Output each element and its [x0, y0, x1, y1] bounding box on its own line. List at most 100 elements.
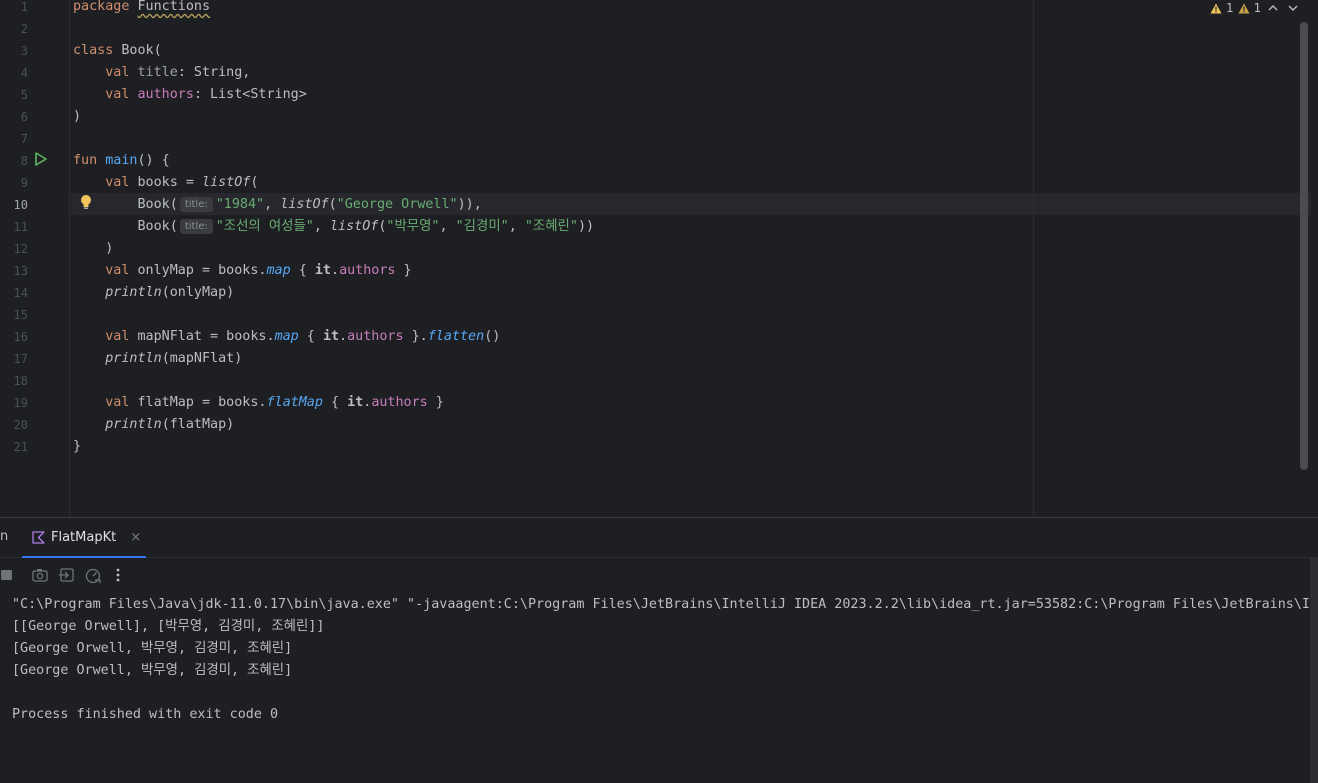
kotlin-file-icon — [32, 530, 45, 544]
line-number: 17 — [13, 352, 28, 366]
run-icon[interactable] — [34, 152, 48, 166]
line-number-current: 10 — [13, 198, 28, 212]
line-number: 18 — [13, 374, 28, 388]
code-line-16: val mapNFlat = books.map { it.authors }.… — [73, 326, 500, 348]
editor-scrollbar[interactable] — [1300, 22, 1308, 470]
keyword: class — [73, 43, 114, 58]
console-toolbar — [0, 566, 200, 588]
property-name: authors — [137, 87, 194, 102]
code-text: , — [313, 219, 330, 234]
console-line: [[George Orwell], [박무영, 김경미, 조혜린]] — [12, 619, 325, 634]
code-line-8: fun main() { — [73, 150, 170, 172]
line-number: 4 — [20, 66, 28, 80]
property-name: authors — [347, 329, 404, 344]
weak-warning-icon — [1238, 3, 1250, 13]
console-line: Process finished with exit code 0 — [12, 707, 279, 722]
code-text: , — [439, 219, 456, 234]
code-line-5: val authors: List<String> — [73, 84, 307, 106]
code-text: } — [395, 263, 412, 278]
package-name: Functions — [137, 0, 211, 14]
keyword: val — [105, 395, 130, 410]
line-number: 7 — [20, 132, 28, 146]
line-number: 14 — [13, 286, 28, 300]
it-keyword: it — [322, 329, 340, 344]
editor-gutter: 1 2 3 4 5 6 7 8 9 10 11 12 13 14 15 16 1… — [0, 0, 70, 517]
line-number: 2 — [20, 22, 28, 36]
it-keyword: it — [314, 263, 331, 278]
line-number: 11 — [13, 220, 28, 234]
property-name: authors — [339, 263, 396, 278]
code-text: ) — [105, 241, 114, 256]
function-call: listOf — [202, 175, 251, 190]
code-text: (onlyMap) — [161, 285, 235, 300]
property-name: title — [137, 65, 178, 80]
code-line-12: ) — [73, 238, 113, 260]
camera-icon[interactable] — [31, 566, 49, 584]
close-icon[interactable]: × — [130, 530, 141, 545]
function-call: println — [105, 417, 162, 432]
tab-partial[interactable]: n — [0, 529, 8, 544]
string-literal: "조선의 여성들" — [215, 219, 314, 234]
code-text: (mapNFlat) — [161, 351, 243, 366]
function-call: println — [105, 351, 162, 366]
code-text: ( — [328, 197, 337, 212]
code-text: ) — [73, 109, 82, 124]
line-number: 8 — [20, 154, 28, 168]
code-text: }. — [403, 329, 428, 344]
line-number: 21 — [13, 440, 28, 454]
code-line-21: } — [73, 436, 81, 458]
keyword: val — [105, 65, 130, 80]
keyword: val — [105, 87, 130, 102]
login-icon[interactable] — [58, 566, 76, 584]
function-call: flatMap — [266, 395, 323, 410]
right-margin-guide — [1033, 0, 1034, 517]
function-name: main — [105, 153, 138, 168]
code-text: , — [264, 197, 281, 212]
code-text: : String, — [177, 65, 251, 80]
code-line-13: val onlyMap = books.map { it.authors } — [73, 260, 412, 282]
code-editor[interactable]: 1 2 3 4 5 6 7 8 9 10 11 12 13 14 15 16 1… — [0, 0, 1318, 517]
code-text: )), — [457, 197, 482, 212]
code-text: : List<String> — [193, 87, 307, 102]
console-line: "C:\Program Files\Java\jdk-11.0.17\bin\j… — [12, 597, 1318, 612]
console-scrollbar-track[interactable] — [1310, 558, 1318, 783]
stop-icon[interactable] — [0, 566, 18, 584]
code-line-19: val flatMap = books.flatMap { it.authors… — [73, 392, 444, 414]
keyword: package — [73, 0, 130, 14]
function-call: map — [274, 329, 299, 344]
inspections-widget[interactable]: 1 1 — [1210, 0, 1301, 16]
function-call: listOf — [280, 197, 329, 212]
code-text: () — [484, 329, 501, 344]
line-number: 19 — [13, 396, 28, 410]
line-number: 15 — [13, 308, 28, 322]
function-call: println — [105, 285, 162, 300]
code-line-4: val title: String, — [73, 62, 250, 84]
code-text: } — [73, 439, 82, 454]
string-literal: "박무영" — [386, 219, 440, 234]
code-text: } — [427, 395, 444, 410]
more-options-icon[interactable] — [110, 566, 128, 584]
tab-flatmapkt[interactable]: FlatMapKt × — [22, 518, 146, 558]
code-line-1: package Functions — [73, 0, 210, 18]
console-line: [George Orwell, 박무영, 김경미, 조혜린] — [12, 641, 293, 656]
code-line-10: Book(title: "1984", listOf("George Orwell… — [73, 194, 482, 216]
console-line: [George Orwell, 박무영, 김경미, 조혜린] — [12, 663, 293, 678]
code-text: { — [322, 395, 348, 410]
warning-count: 1 — [1226, 1, 1234, 15]
code-text: () { — [137, 153, 170, 168]
code-text: Book( — [137, 219, 178, 234]
string-literal: "1984" — [215, 197, 265, 212]
line-number: 13 — [13, 264, 28, 278]
line-number: 9 — [20, 176, 28, 190]
code-line-11: Book(title: "조선의 여성들", listOf("박무영", "김경미… — [73, 216, 594, 238]
code-text: , — [508, 219, 525, 234]
code-text: books = — [137, 175, 202, 190]
function-call: flatten — [427, 329, 485, 344]
chevron-up-icon[interactable] — [1265, 2, 1281, 14]
parameter-hint: title: — [179, 197, 213, 212]
line-number: 16 — [13, 330, 28, 344]
profiler-icon[interactable] — [84, 566, 102, 584]
code-text: . — [331, 263, 340, 278]
chevron-down-icon[interactable] — [1285, 2, 1301, 14]
code-text: )) — [577, 219, 595, 234]
